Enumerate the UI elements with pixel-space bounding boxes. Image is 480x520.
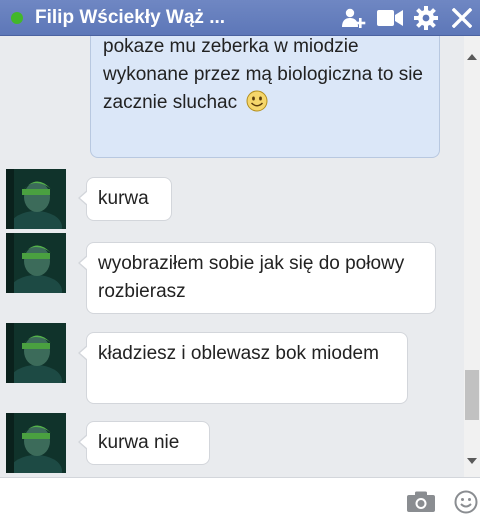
message-text: kładziesz i oblewasz bok miodem [98, 343, 379, 364]
add-people-icon[interactable] [336, 0, 372, 36]
online-status-icon [11, 11, 23, 24]
contact-avatar[interactable] [6, 323, 66, 383]
outgoing-message: pokaze mu zeberka w miodzie wykonane prz… [90, 36, 440, 158]
header-actions [336, 0, 480, 36]
chat-header: Filip Wściekły Wąż ... [0, 0, 480, 36]
close-icon[interactable] [444, 0, 480, 36]
message-text: kurwa [98, 188, 149, 209]
message-thread[interactable]: pokaze mu zeberka w miodzie wykonane prz… [0, 36, 464, 477]
incoming-message: wyobraziłem sobie jak się do połowy rozb… [78, 242, 436, 314]
incoming-message: kurwa nie [78, 421, 210, 465]
message-text: wyobraziłem sobie jak się do połowy rozb… [98, 253, 405, 302]
video-camera-icon[interactable] [372, 0, 408, 36]
camera-icon[interactable] [406, 491, 436, 513]
scroll-up-icon[interactable] [467, 54, 477, 60]
contact-avatar[interactable] [6, 169, 66, 229]
scroll-down-icon[interactable] [467, 458, 477, 464]
smiley-emoji-icon [246, 90, 268, 112]
message-scrollbar[interactable] [464, 36, 480, 477]
incoming-message: kurwa [78, 177, 172, 221]
emoji-icon[interactable] [454, 490, 478, 514]
gear-icon[interactable] [408, 0, 444, 36]
message-text: kurwa nie [98, 432, 180, 453]
contact-avatar[interactable] [6, 233, 66, 293]
incoming-message: kładziesz i oblewasz bok miodem [78, 332, 408, 404]
scrollbar-thumb[interactable] [465, 370, 479, 420]
chat-title[interactable]: Filip Wściekły Wąż ... [35, 7, 285, 29]
contact-avatar[interactable] [6, 413, 66, 473]
message-composer[interactable] [0, 477, 480, 520]
